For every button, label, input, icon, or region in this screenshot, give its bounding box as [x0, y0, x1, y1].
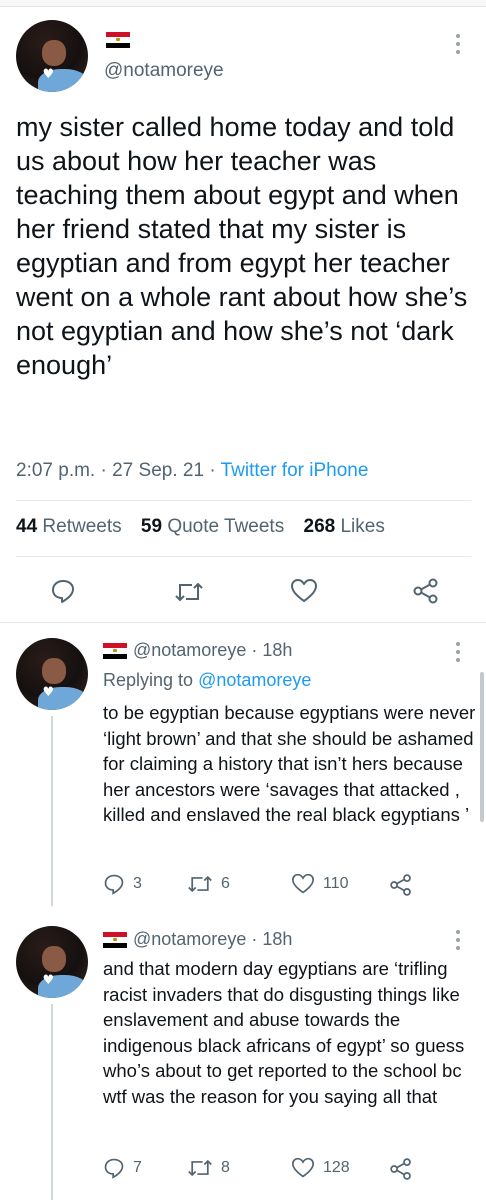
egypt-flag-icon: [103, 643, 127, 659]
tweet-source[interactable]: Twitter for iPhone: [221, 460, 369, 481]
reply-icon[interactable]: [50, 578, 76, 604]
main-tweet-handle[interactable]: @notamoreye: [104, 60, 224, 82]
like-count: 110: [323, 875, 349, 892]
top-edge: [0, 0, 486, 7]
like-icon: [291, 1157, 315, 1178]
reply-actions: 3 6 110: [103, 873, 423, 897]
like-count: 128: [323, 1159, 350, 1176]
retweet-count-button[interactable]: 6: [187, 873, 230, 895]
like-icon[interactable]: [290, 578, 318, 604]
tweet-stats: 44 Retweets 59 Quote Tweets 268 Likes: [16, 516, 385, 538]
share-icon[interactable]: [412, 577, 440, 605]
reply-count: 3: [133, 875, 142, 892]
reply-header[interactable]: @notamoreye · 18h: [133, 640, 292, 661]
reply-icon: [104, 1158, 124, 1179]
tweet-date[interactable]: 27 Sep. 21: [112, 460, 204, 481]
meta-dot: ·: [100, 460, 107, 481]
reply-count-button[interactable]: 7: [103, 1157, 142, 1179]
tweet-time: 2:07 p.m.: [16, 460, 96, 481]
retweet-count: 8: [221, 1159, 230, 1176]
reply-header[interactable]: @notamoreye · 18h: [133, 929, 292, 950]
main-tweet-text: my sister called home today and told us …: [16, 112, 468, 380]
more-options-icon[interactable]: [456, 930, 460, 950]
retweet-icon: [188, 875, 212, 893]
thread-line: [51, 716, 53, 906]
divider: [0, 622, 486, 623]
reply-text: to be egyptian because egyptians were ne…: [103, 702, 476, 825]
replying-to: Replying to @notamoreye: [103, 670, 312, 690]
quote-tweets-stat[interactable]: 59 Quote Tweets: [141, 516, 284, 537]
like-icon: [291, 873, 315, 894]
scrollbar[interactable]: [480, 672, 484, 822]
reply-count: 7: [133, 1159, 142, 1176]
retweets-stat[interactable]: 44 Retweets: [16, 516, 122, 537]
reply-icon: [104, 874, 124, 895]
avatar[interactable]: ♥: [16, 638, 88, 710]
retweet-icon: [188, 1159, 212, 1177]
tweet-meta: 2:07 p.m. · 27 Sep. 21 · Twitter for iPh…: [16, 460, 368, 482]
retweet-count-button[interactable]: 8: [187, 1157, 230, 1179]
likes-stat[interactable]: 268 Likes: [304, 516, 385, 537]
more-options-icon[interactable]: [456, 642, 460, 662]
meta-dot: ·: [209, 460, 216, 481]
like-count-button[interactable]: 128: [291, 1157, 350, 1179]
divider: [16, 556, 471, 557]
share-icon[interactable]: [389, 873, 413, 897]
share-icon[interactable]: [389, 1157, 413, 1181]
retweet-count: 6: [221, 875, 230, 892]
reply-text: and that modern day egyptians are ‘trifl…: [103, 958, 465, 1107]
divider: [16, 500, 471, 501]
retweet-icon[interactable]: [174, 580, 204, 604]
avatar[interactable]: ♥: [16, 926, 88, 998]
reply-actions: 7 8 128: [103, 1157, 423, 1181]
reply-count-button[interactable]: 3: [103, 873, 142, 895]
avatar[interactable]: ♥: [16, 20, 88, 92]
egypt-flag-icon: [103, 932, 127, 948]
like-count-button[interactable]: 110: [291, 873, 349, 895]
more-options-icon[interactable]: [456, 34, 460, 54]
thread-line: [51, 1004, 53, 1200]
egypt-flag-icon: [106, 32, 130, 48]
mention-link[interactable]: @notamoreye: [198, 670, 311, 690]
